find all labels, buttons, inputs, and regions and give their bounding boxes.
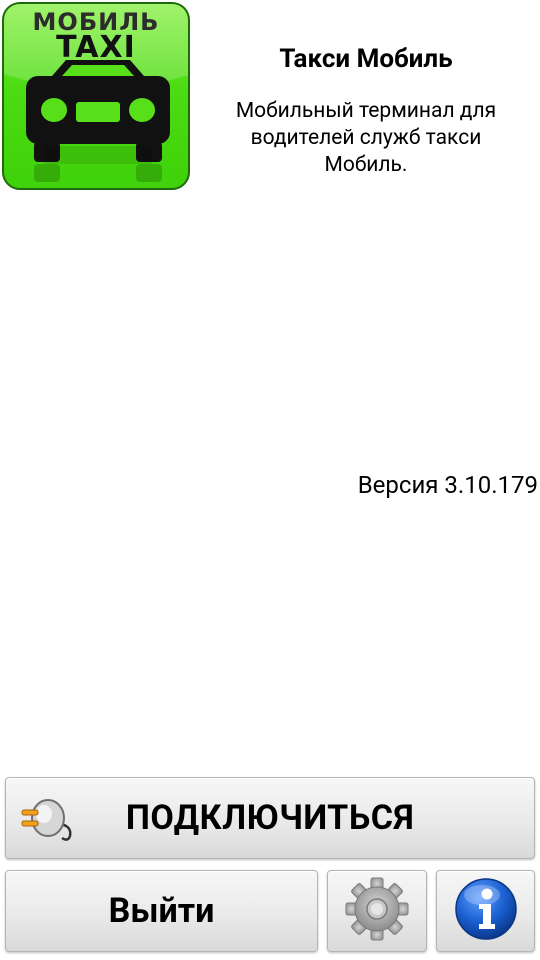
logo-taxi-text: TAXI (56, 30, 136, 65)
connect-button[interactable]: ПОДКЛЮЧИТЬСЯ (5, 777, 535, 859)
main-screen: МОБИЛЬ TAXI Такси Мобиль Мобильный терми… (0, 0, 540, 960)
info-icon (454, 877, 518, 945)
gear-icon (344, 876, 410, 946)
settings-button[interactable] (327, 870, 427, 952)
taxi-logo: МОБИЛЬ TAXI (2, 2, 190, 190)
app-title: Такси Мобиль (279, 44, 453, 74)
version-label: Версия 3.10.179 (357, 471, 538, 499)
exit-button[interactable]: Выйти (5, 870, 318, 952)
connect-button-label: ПОДКЛЮЧИТЬСЯ (125, 798, 415, 838)
plug-icon (20, 796, 76, 846)
exit-button-label: Выйти (108, 891, 215, 931)
info-button[interactable] (436, 870, 535, 952)
app-description: Мобильный терминал для водителей служб т… (235, 99, 497, 177)
